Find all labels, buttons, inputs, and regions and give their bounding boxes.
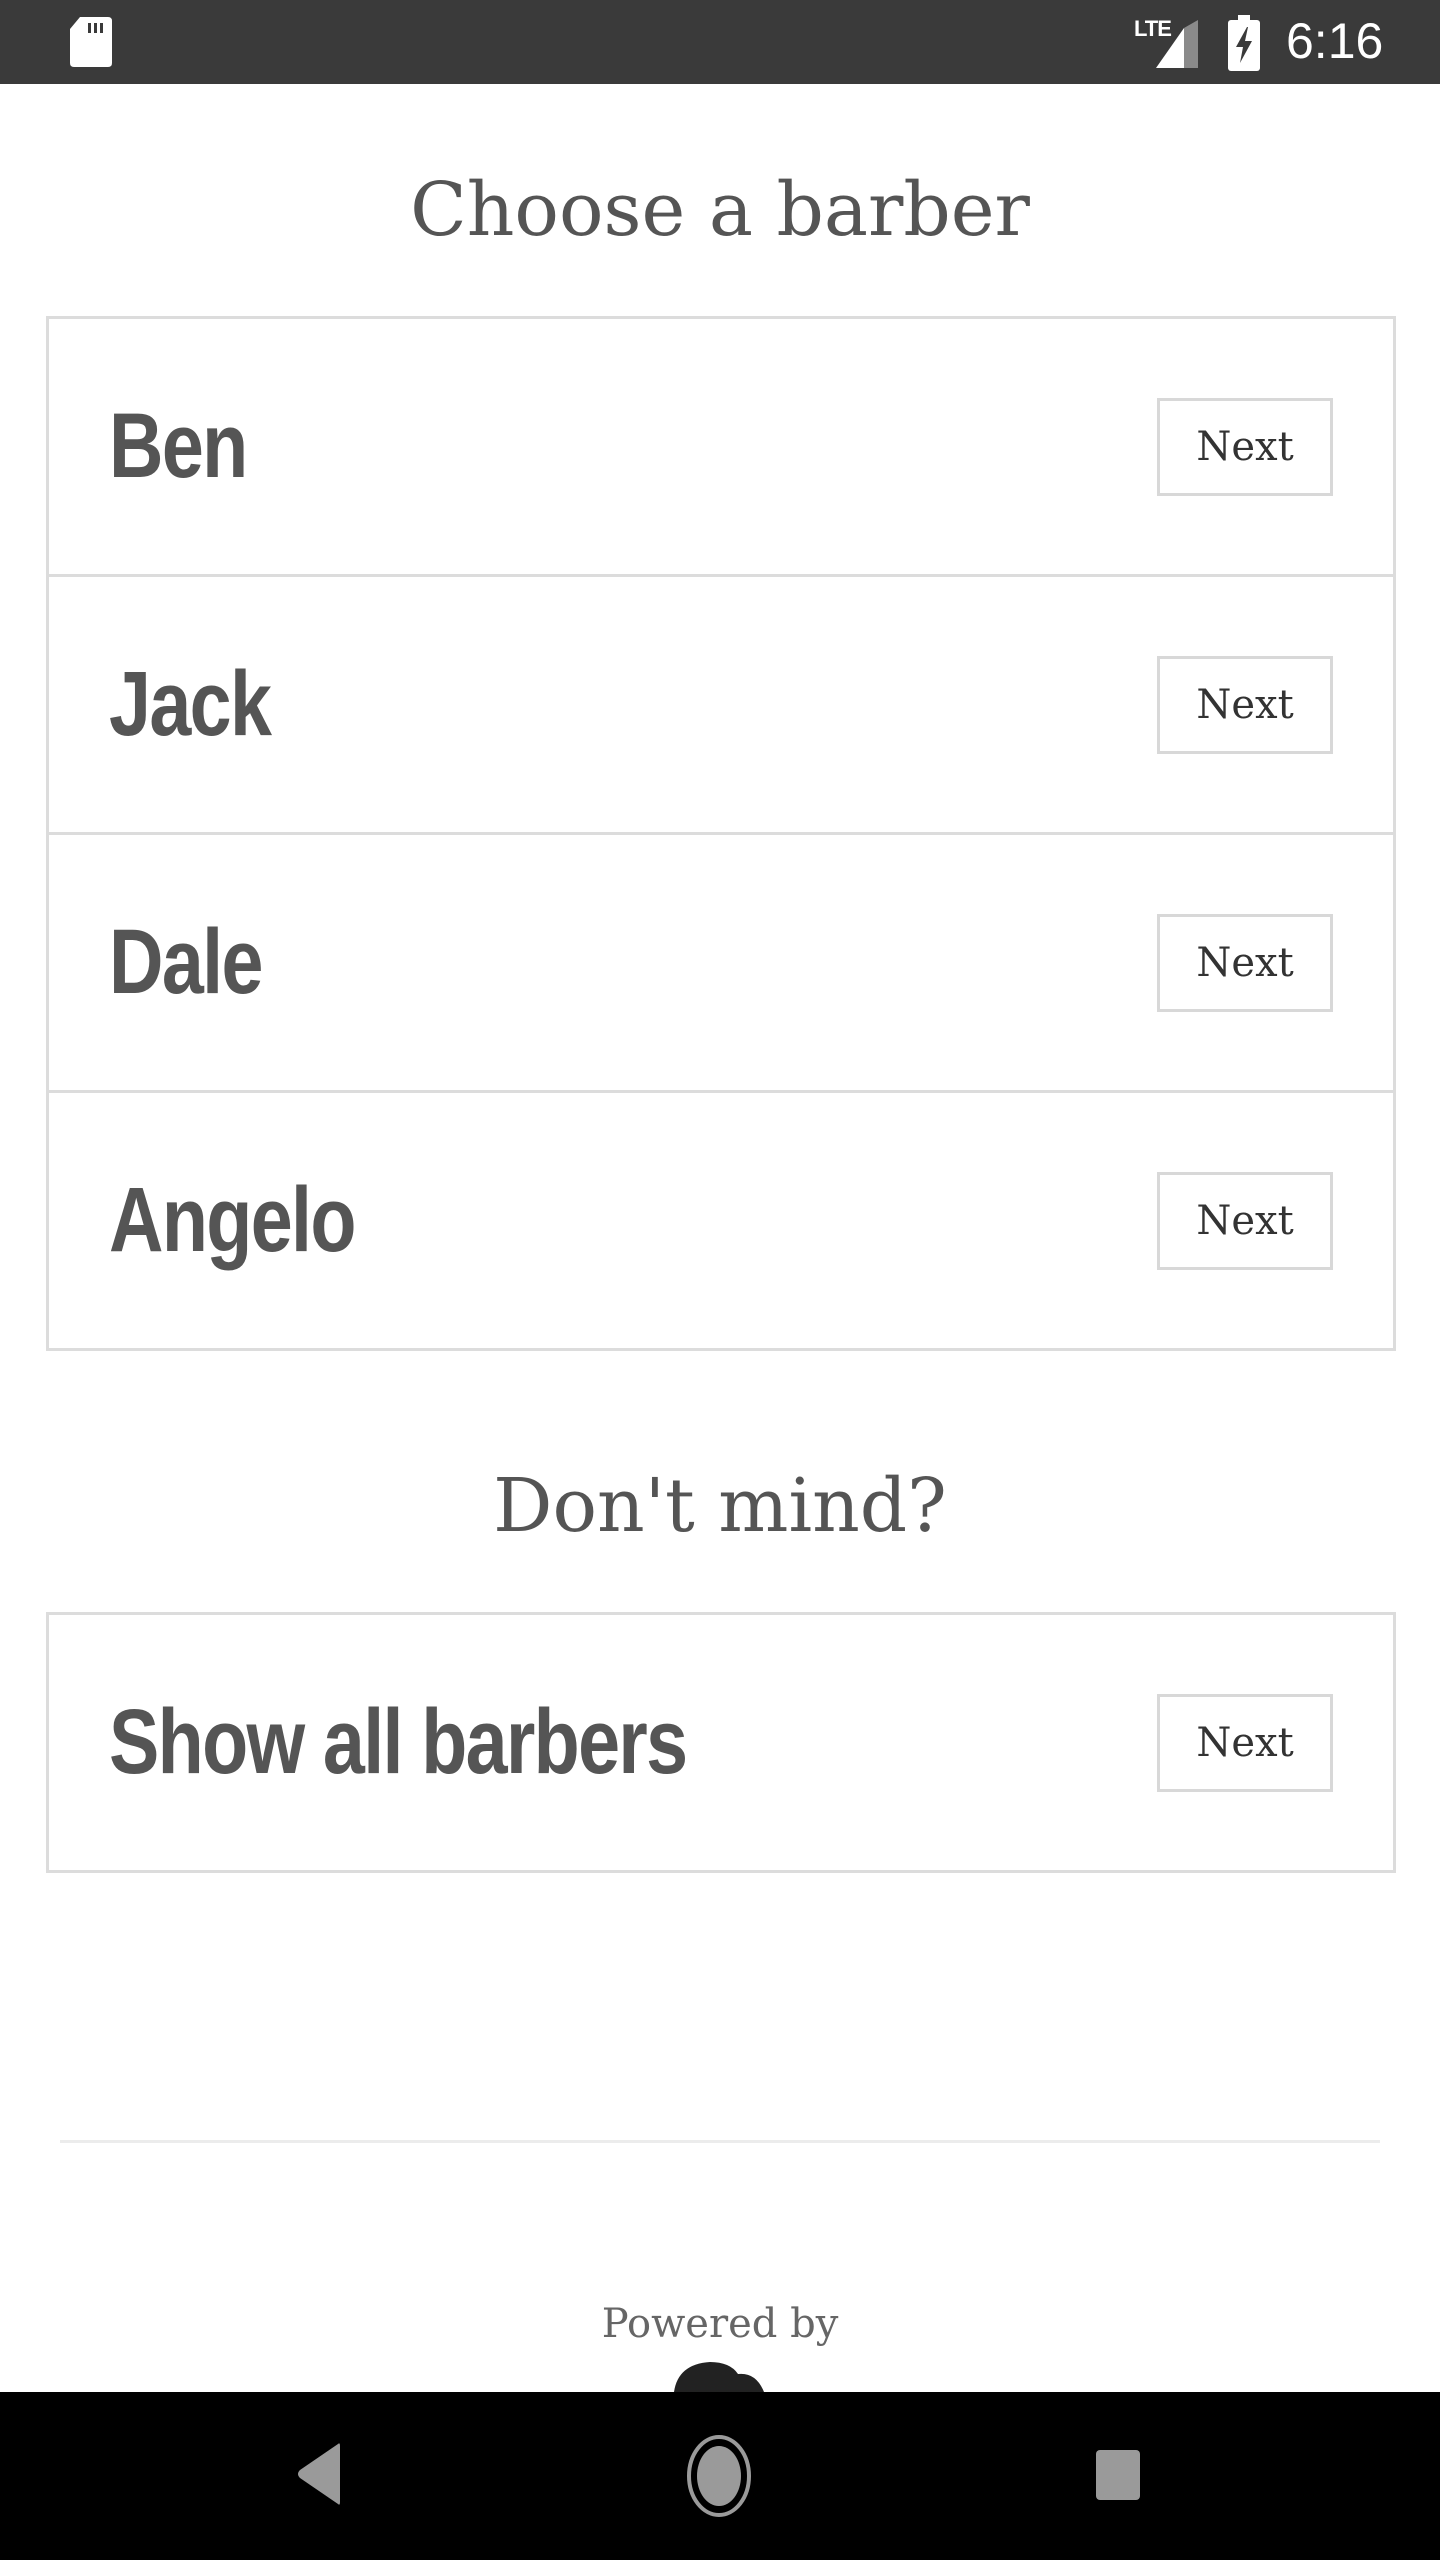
recents-icon[interactable]: [1096, 2450, 1140, 2500]
clock: 6:16: [1286, 13, 1384, 69]
barber-row-jack[interactable]: Jack Next: [49, 574, 1393, 832]
next-button-show-all[interactable]: Next: [1157, 1693, 1333, 1792]
barber-name: Ben: [109, 395, 248, 497]
navigation-bar: [0, 2392, 1440, 2560]
barber-name: Dale: [109, 911, 263, 1013]
back-icon[interactable]: [296, 2442, 342, 2506]
show-all-label: Show all barbers: [109, 1691, 688, 1793]
barber-name: Jack: [109, 653, 272, 755]
barber-row-ben[interactable]: Ben Next: [49, 319, 1393, 574]
battery-charging-icon: [1228, 15, 1260, 71]
next-button-angelo[interactable]: Next: [1157, 1171, 1333, 1270]
brand-logo-icon: [674, 2362, 764, 2392]
next-button-jack[interactable]: Next: [1157, 655, 1333, 754]
page-title: Choose a barber: [410, 167, 1030, 253]
signal-icon: [1156, 20, 1198, 68]
next-button-ben[interactable]: Next: [1157, 397, 1333, 496]
status-bar: LTE 6:16: [0, 0, 1440, 84]
next-button-dale[interactable]: Next: [1157, 913, 1333, 1012]
section-subtitle: Don't mind?: [493, 1463, 947, 1549]
barber-row-dale[interactable]: Dale Next: [49, 832, 1393, 1090]
powered-by-text: Powered by: [601, 2301, 839, 2347]
sd-card-icon: [70, 17, 112, 67]
home-icon[interactable]: [686, 2434, 752, 2518]
show-all-row[interactable]: Show all barbers Next: [49, 1615, 1393, 1870]
barber-list: Ben Next Jack Next Dale Next Angelo Next: [46, 316, 1396, 1351]
barber-row-angelo[interactable]: Angelo Next: [49, 1090, 1393, 1348]
footer-divider: [60, 2140, 1380, 2143]
barber-name: Angelo: [109, 1169, 356, 1271]
show-all-list: Show all barbers Next: [46, 1612, 1396, 1873]
